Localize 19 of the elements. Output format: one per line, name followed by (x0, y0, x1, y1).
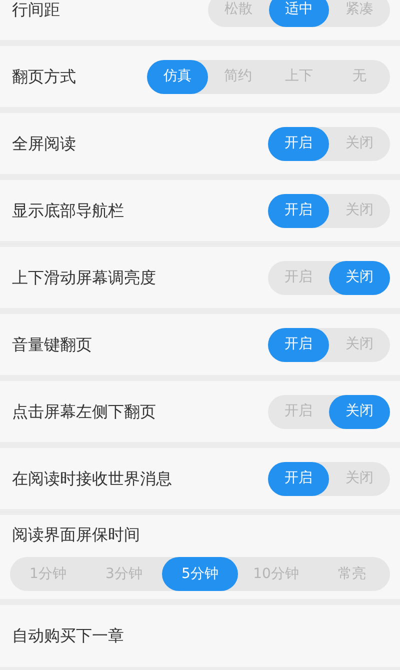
setting-label: 行间距 (12, 0, 60, 20)
setting-label: 点击屏幕左侧下翻页 (12, 400, 156, 422)
option-button[interactable]: 关闭 (329, 394, 390, 428)
setting-label: 自动购买下一章 (12, 625, 124, 647)
setting-label: 阅读界面屏保时间 (11, 524, 141, 546)
option-button[interactable]: 开启 (268, 126, 329, 160)
setting-label: 在阅读时接收世界消息 (12, 468, 172, 490)
option-button[interactable]: 开启 (268, 194, 329, 228)
option-button[interactable]: 仿真 (147, 60, 208, 94)
option-button[interactable]: 开启 (268, 328, 329, 362)
setting-label: 上下滑动屏幕调亮度 (12, 266, 156, 288)
setting-label: 全屏阅读 (12, 132, 76, 154)
setting-label: 翻页方式 (12, 66, 76, 88)
setting-label: 显示底部导航栏 (12, 200, 124, 222)
option-button[interactable]: 5分钟 (162, 557, 238, 591)
option-button[interactable]: 关闭 (329, 260, 390, 294)
option-button[interactable]: 适中 (268, 0, 330, 26)
option-button[interactable]: 开启 (268, 462, 329, 496)
setting-label: 音量键翻页 (12, 334, 92, 356)
